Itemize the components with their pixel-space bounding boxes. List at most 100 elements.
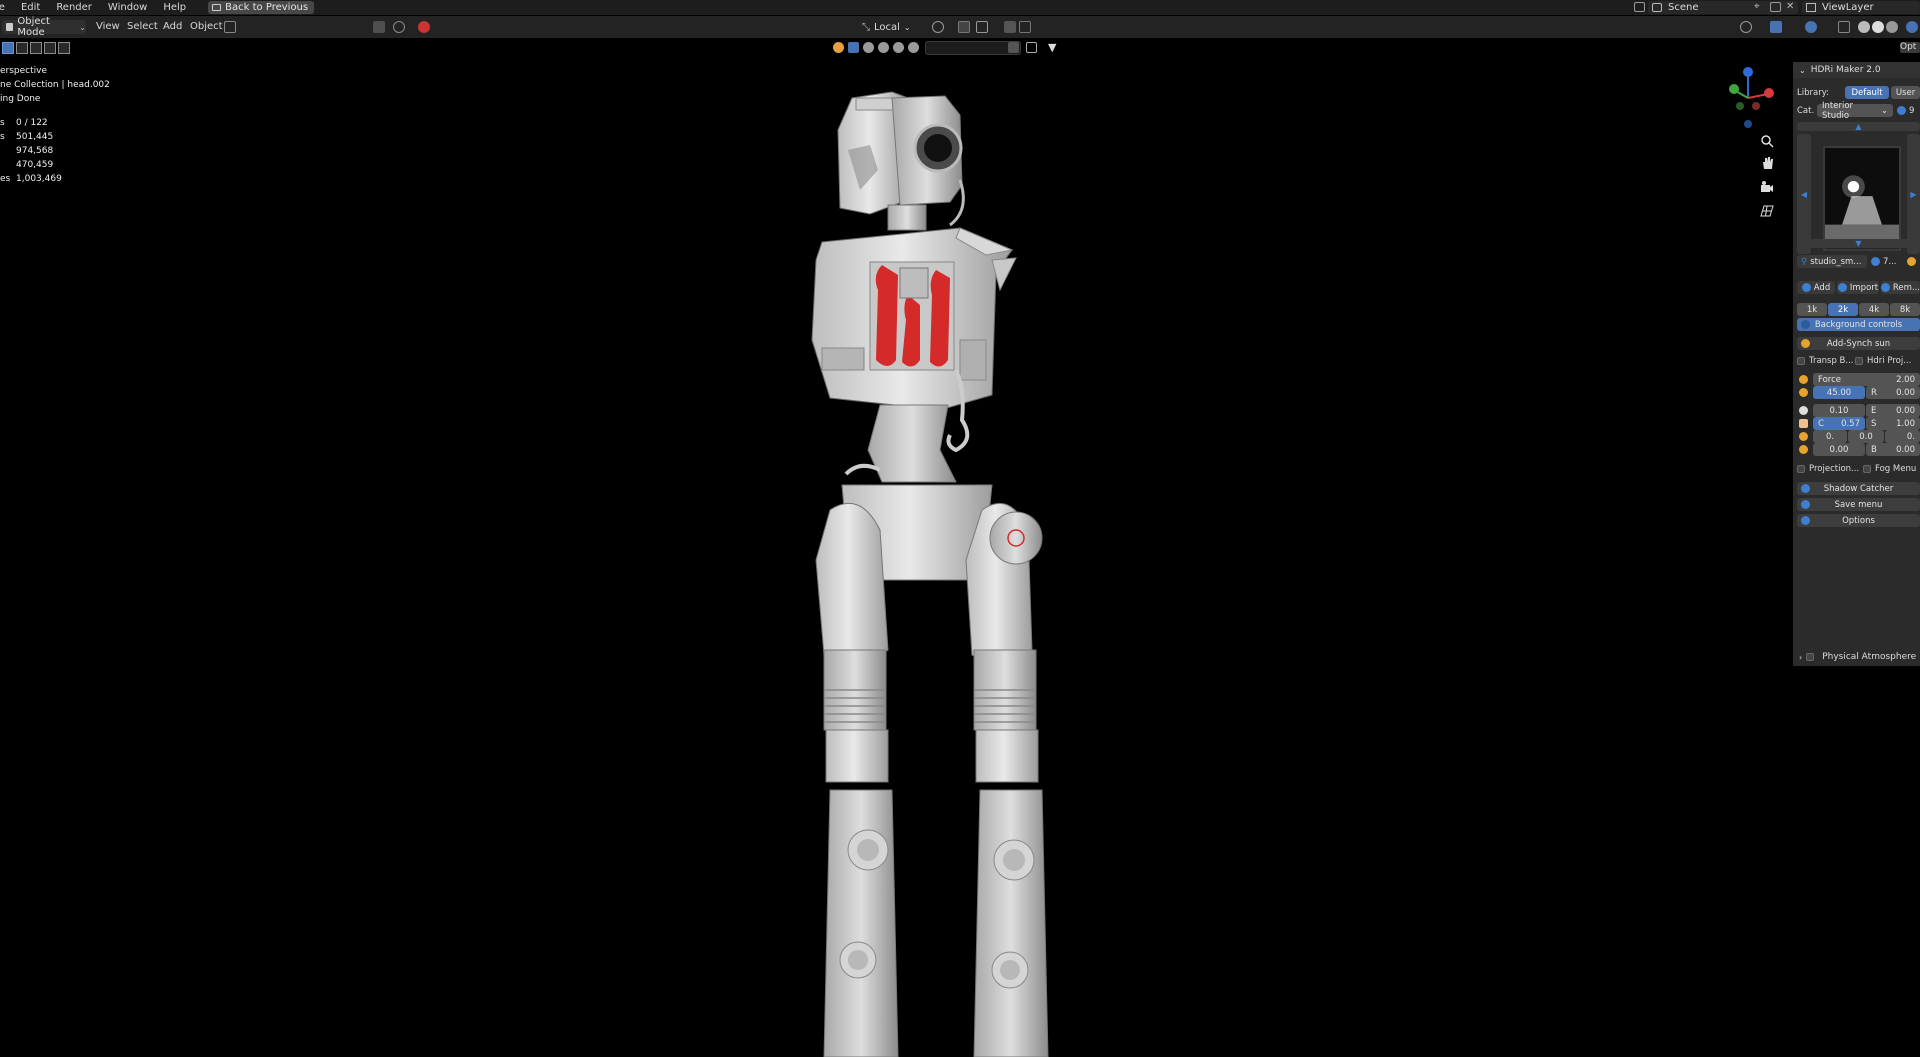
- view-layer-selector[interactable]: ViewLayer: [1802, 1, 1920, 14]
- y-field[interactable]: 0.0: [1848, 430, 1884, 443]
- star-icon[interactable]: [1907, 257, 1916, 266]
- scene-browse-icon[interactable]: [1634, 2, 1645, 12]
- c-field[interactable]: C 0.57: [1813, 417, 1865, 430]
- transform-orientation-select[interactable]: ⤡ Local ⌄: [862, 20, 911, 34]
- menu-help[interactable]: Help: [155, 0, 194, 15]
- menu-object[interactable]: Object: [190, 20, 223, 34]
- projection-checkbox[interactable]: Projection...: [1797, 464, 1859, 474]
- select-subtract-icon[interactable]: [30, 42, 42, 54]
- height-field[interactable]: 0.00: [1813, 443, 1865, 456]
- snap-target-icon[interactable]: [976, 21, 988, 33]
- pivot-icon[interactable]: [932, 21, 944, 33]
- pin-icon[interactable]: ⌖: [1754, 2, 1765, 12]
- gizmo-x-icon[interactable]: [1764, 88, 1774, 98]
- hdri-projection-checkbox[interactable]: Hdri Proj...: [1855, 356, 1911, 366]
- refresh-icon[interactable]: [1897, 106, 1906, 115]
- preview-up-button[interactable]: ▲: [1797, 122, 1920, 131]
- object-types-icon[interactable]: [833, 42, 844, 53]
- gizmo-toggle-icon[interactable]: [1770, 21, 1782, 33]
- r-field[interactable]: R 0.00: [1866, 386, 1920, 399]
- xray-icon[interactable]: [1838, 21, 1850, 33]
- resolution-8k-button[interactable]: 8k: [1890, 303, 1920, 316]
- gizmo-z-icon[interactable]: [1743, 67, 1753, 77]
- gizmo-y-icon[interactable]: [1729, 84, 1739, 94]
- menu-view[interactable]: View: [96, 20, 120, 34]
- navigation-gizmo[interactable]: [1720, 66, 1776, 130]
- new-scene-icon[interactable]: [1770, 2, 1781, 12]
- other-filter-icon[interactable]: [908, 42, 919, 53]
- force-field[interactable]: Force 2.00: [1813, 373, 1920, 386]
- color-icon[interactable]: [418, 21, 430, 33]
- gpencil-icon[interactable]: [224, 21, 236, 33]
- library-default-button[interactable]: Default: [1845, 86, 1889, 99]
- checkbox[interactable]: [1797, 465, 1805, 473]
- transparent-bg-checkbox[interactable]: Transp B...: [1797, 356, 1854, 366]
- close-icon[interactable]: ✕: [1786, 2, 1797, 12]
- add-synch-sun-button[interactable]: Add-Synch sun: [1797, 337, 1920, 350]
- select-extend-icon[interactable]: [16, 42, 28, 54]
- search-options-icon[interactable]: [1008, 42, 1019, 53]
- import-button[interactable]: Import: [1837, 281, 1879, 294]
- save-menu-button[interactable]: Save menu: [1797, 498, 1920, 511]
- select-new-icon[interactable]: [2, 42, 14, 54]
- options-button[interactable]: Opt: [1900, 42, 1920, 53]
- shading-wire-icon[interactable]: [1906, 21, 1918, 33]
- rotation-field[interactable]: 45.00: [1813, 386, 1865, 399]
- pan-hand-icon[interactable]: [1760, 156, 1774, 170]
- camera-filter-icon[interactable]: [863, 42, 874, 53]
- light-strength-field[interactable]: 0.10: [1813, 404, 1865, 417]
- e-field[interactable]: E 0.00: [1866, 404, 1920, 417]
- light-filter-icon[interactable]: [878, 42, 889, 53]
- camera-view-icon[interactable]: [1760, 180, 1774, 194]
- proportional-edit-icon[interactable]: [1004, 21, 1016, 33]
- checkbox[interactable]: [1863, 465, 1871, 473]
- z-field[interactable]: 0.: [1885, 430, 1920, 443]
- brush-icon[interactable]: [393, 21, 405, 33]
- preview-next-button[interactable]: ▶: [1907, 134, 1920, 254]
- hdri-name-field[interactable]: ⚲ studio_sm...: [1797, 255, 1867, 268]
- physical-atmosphere-subpanel[interactable]: › Physical Atmosphere: [1793, 648, 1920, 666]
- checkbox[interactable]: [1797, 357, 1805, 365]
- eyedropper-icon[interactable]: [373, 21, 385, 33]
- overlay-toggle-icon[interactable]: [1805, 21, 1817, 33]
- preview-down-button[interactable]: ▼: [1797, 239, 1920, 248]
- select-intersect-icon[interactable]: [58, 42, 70, 54]
- resolution-2k-button[interactable]: 2k: [1828, 303, 1858, 316]
- panel-header[interactable]: ⌄ HDRi Maker 2.0: [1793, 62, 1920, 78]
- falloff-icon[interactable]: [1019, 21, 1031, 33]
- snap-icon[interactable]: [958, 21, 970, 33]
- category-select[interactable]: Interior Studio ⌄: [1817, 101, 1893, 121]
- empty-filter-icon[interactable]: [893, 42, 904, 53]
- resolution-1k-button[interactable]: 1k: [1797, 303, 1827, 316]
- zoom-icon[interactable]: [1760, 134, 1774, 148]
- shading-material-icon[interactable]: [1872, 21, 1884, 33]
- s-field[interactable]: S 1.00: [1866, 417, 1920, 430]
- ortho-grid-icon[interactable]: [1760, 204, 1774, 218]
- library-user-button[interactable]: User: [1891, 86, 1920, 99]
- shading-solid-icon[interactable]: [1858, 21, 1870, 33]
- add-button[interactable]: Add: [1797, 281, 1835, 294]
- back-to-previous-button[interactable]: Back to Previous: [208, 1, 315, 14]
- object-mode-select[interactable]: Object Mode ⌄: [2, 16, 86, 38]
- checkbox[interactable]: [1806, 653, 1815, 661]
- mesh-filter-icon[interactable]: [848, 42, 859, 53]
- color-swatch-icon[interactable]: [1799, 419, 1808, 428]
- b-field[interactable]: B 0.00: [1866, 443, 1920, 456]
- menu-select[interactable]: Select: [127, 20, 158, 34]
- shadow-catcher-button[interactable]: Shadow Catcher: [1797, 482, 1920, 495]
- menu-edit[interactable]: Edit: [13, 0, 48, 15]
- select-invert-icon[interactable]: [44, 42, 56, 54]
- filter-icon[interactable]: ▼: [1048, 42, 1059, 53]
- menu-window[interactable]: Window: [100, 0, 155, 15]
- checkbox[interactable]: [1855, 357, 1863, 365]
- robot-model[interactable]: [760, 90, 1100, 1057]
- fog-menu-checkbox[interactable]: Fog Menu: [1863, 464, 1916, 474]
- shading-rendered-icon[interactable]: [1886, 21, 1898, 33]
- options-button[interactable]: Options: [1797, 514, 1920, 527]
- hdri-preview-thumbnail[interactable]: [1823, 146, 1901, 251]
- globe-icon[interactable]: [1871, 257, 1880, 266]
- preview-prev-button[interactable]: ◀: [1797, 134, 1811, 254]
- background-controls-button[interactable]: Background controls: [1797, 318, 1920, 331]
- visibility-icon[interactable]: [1740, 21, 1752, 33]
- menu-render[interactable]: Render: [48, 0, 100, 15]
